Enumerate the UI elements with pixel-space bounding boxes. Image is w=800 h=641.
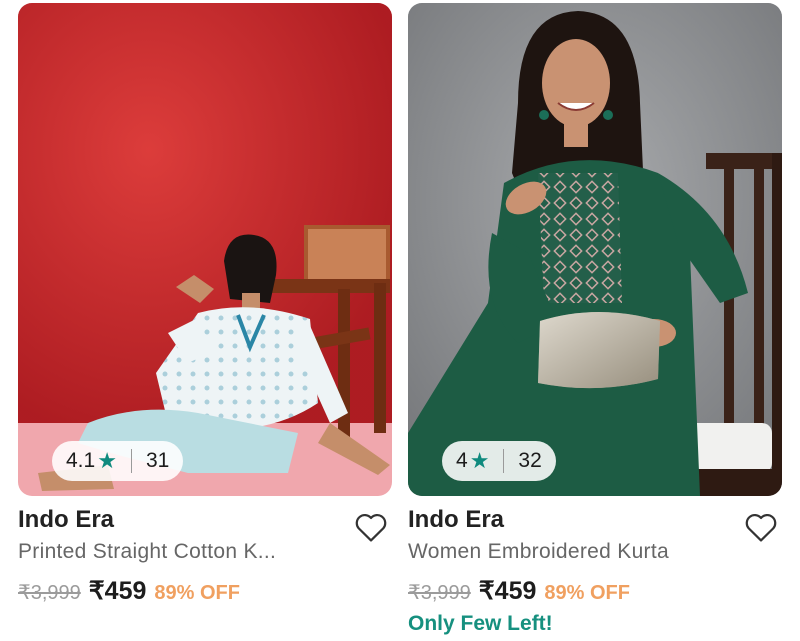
rating-divider [130, 449, 132, 473]
rating-badge: 4.1 ★ 31 [52, 441, 184, 481]
mrp-price: ₹3,999 [18, 582, 81, 604]
sale-price: ₹459 [88, 577, 147, 605]
sale-price: ₹459 [478, 577, 537, 605]
price-row: ₹3,999 ₹459 89% OFF [408, 576, 630, 606]
rating-value: 4 [456, 449, 468, 472]
product-image[interactable]: 4.1 ★ 31 [18, 3, 392, 496]
brand-name: Indo Era [408, 506, 505, 533]
rating-badge: 4 ★ 32 [442, 441, 556, 481]
rating-value: 4.1 [66, 449, 96, 472]
product-card[interactable]: 4 ★ 32 Indo Era Women Embroidered Kurta … [408, 0, 782, 641]
rating-divider [503, 449, 505, 473]
mrp-price: ₹3,999 [408, 582, 471, 604]
brand-name: Indo Era [18, 506, 115, 533]
discount-label: 89% OFF [544, 582, 630, 604]
stock-note: Only Few Left! [408, 612, 553, 635]
product-title[interactable]: Women Embroidered Kurta [408, 540, 669, 564]
heart-outline-icon [745, 513, 777, 542]
wishlist-button[interactable] [352, 508, 390, 546]
discount-label: 89% OFF [154, 582, 240, 604]
price-row: ₹3,999 ₹459 89% OFF [18, 576, 240, 606]
wishlist-button[interactable] [742, 508, 780, 546]
rating-count: 32 [518, 449, 542, 472]
heart-outline-icon [355, 513, 387, 542]
star-icon: ★ [97, 448, 117, 473]
product-title[interactable]: Printed Straight Cotton K... [18, 540, 276, 564]
star-icon: ★ [469, 448, 490, 473]
rating-count: 31 [145, 449, 170, 472]
product-card[interactable]: 4.1 ★ 31 Indo Era Printed Straight Cotto… [18, 0, 392, 641]
product-image[interactable]: 4 ★ 32 [408, 3, 782, 496]
